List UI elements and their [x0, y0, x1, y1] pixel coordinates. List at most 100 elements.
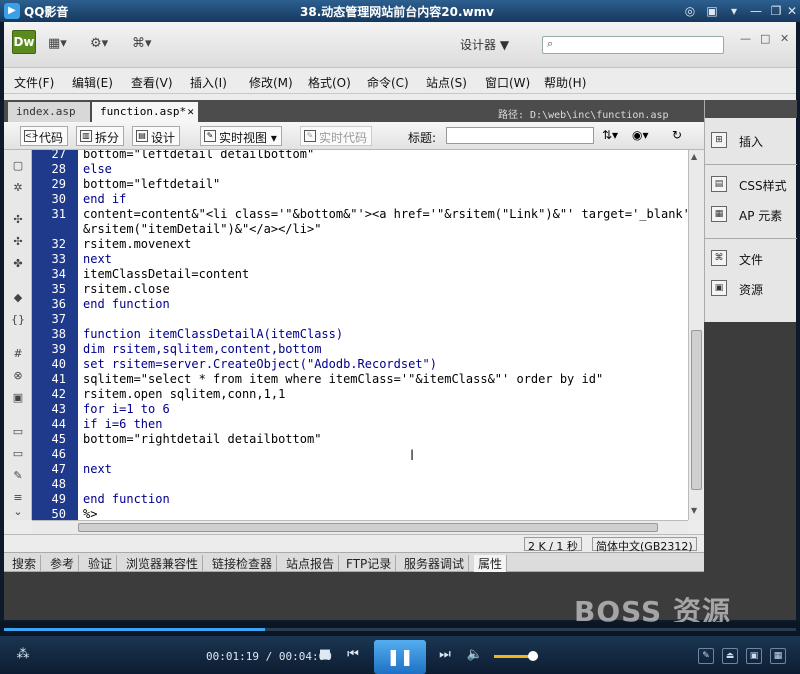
- code-line[interactable]: 43 for i=1 to 6: [32, 402, 688, 417]
- apply-comment-icon[interactable]: ▭: [10, 424, 26, 440]
- code-line[interactable]: 49 end function: [32, 492, 688, 507]
- live-view-button[interactable]: ✎ 实时视图 ▾: [200, 126, 282, 146]
- expand-all-icon[interactable]: ✤: [10, 256, 26, 272]
- horizontal-scrollbar[interactable]: [32, 520, 688, 534]
- balance-braces-icon[interactable]: {}: [10, 312, 26, 328]
- tab-site-reports[interactable]: 站点报告: [282, 555, 340, 572]
- menu-edit[interactable]: 编辑(E): [72, 74, 113, 91]
- code-line[interactable]: 35 rsitem.close: [32, 282, 688, 297]
- tab-ftp-log[interactable]: FTP记录: [342, 555, 397, 572]
- code-line[interactable]: &rsitem("itemDetail")&"</a></li>": [32, 222, 688, 237]
- panel-files[interactable]: ⌘ 文件: [711, 248, 797, 270]
- code-line[interactable]: 38 function itemClassDetailA(itemClass): [32, 327, 688, 342]
- highlight-invalid-icon[interactable]: ⊗: [10, 368, 26, 384]
- playlist-icon[interactable]: ▣: [746, 648, 762, 664]
- tab-server-debug[interactable]: 服务器调试: [400, 555, 470, 572]
- menu-modify[interactable]: 修改(M): [249, 74, 293, 91]
- pause-button[interactable]: ❚❚: [374, 640, 426, 674]
- tab-function-asp[interactable]: function.asp* ✕: [92, 102, 198, 122]
- extend-gear-icon[interactable]: ⚙▾: [90, 36, 120, 54]
- more-tools-icon[interactable]: ⌄: [10, 504, 26, 520]
- open-documents-icon[interactable]: ▢: [10, 158, 26, 174]
- code-line[interactable]: 45 bottom="rightdetail detailbottom": [32, 432, 688, 447]
- mini-mode-icon[interactable]: ◎: [682, 3, 698, 19]
- toolbox-icon[interactable]: ✎: [698, 648, 714, 664]
- menu-window[interactable]: 窗口(W): [485, 74, 530, 91]
- code-line[interactable]: 27 bottom="leftdetail detailbottom": [32, 150, 688, 162]
- minimize-icon[interactable]: —: [748, 3, 764, 19]
- vertical-scroll-thumb[interactable]: [691, 330, 702, 490]
- scroll-down-icon[interactable]: ▼: [691, 506, 697, 515]
- design-view-button[interactable]: ▤ 设计: [132, 126, 181, 146]
- select-parent-tag-icon[interactable]: ◆: [10, 290, 26, 306]
- code-line[interactable]: 44 if i=6 then: [32, 417, 688, 432]
- code-line[interactable]: 33 next: [32, 252, 688, 267]
- menu-file[interactable]: 文件(F): [14, 74, 54, 91]
- line-numbers-icon[interactable]: #: [10, 346, 26, 362]
- site-icon[interactable]: ⌘▾: [132, 36, 162, 54]
- stop-button[interactable]: ■: [316, 646, 334, 664]
- collapse-tag-icon[interactable]: ✣: [10, 212, 26, 228]
- search-input[interactable]: ⌕: [542, 36, 724, 54]
- code-line[interactable]: 40 set rsitem=server.CreateObject("Adodb.…: [32, 357, 688, 372]
- menu-icon[interactable]: ▾: [726, 3, 742, 19]
- fullscreen-icon[interactable]: ▦: [770, 648, 786, 664]
- footprint-icon[interactable]: ⁂: [14, 646, 32, 664]
- volume-knob[interactable]: [528, 651, 538, 661]
- live-code-button[interactable]: ✎ 实时代码: [300, 126, 373, 146]
- code-line[interactable]: 50 %>: [32, 507, 688, 520]
- title-input[interactable]: [446, 127, 594, 144]
- menu-commands[interactable]: 命令(C): [367, 74, 409, 91]
- syntax-error-icon[interactable]: ▣: [10, 390, 26, 406]
- code-editor[interactable]: 27 bottom="leftdetail detailbottom" 28 else…: [32, 150, 688, 520]
- file-management-icon[interactable]: ⇅▾: [602, 128, 618, 142]
- code-line[interactable]: 39 dim rsitem,sqlitem,content,bottom: [32, 342, 688, 357]
- code-line[interactable]: 28 else: [32, 162, 688, 177]
- preview-browser-icon[interactable]: ◉▾: [632, 128, 649, 142]
- panel-insert[interactable]: ⊞ 插入: [711, 130, 797, 152]
- menu-site[interactable]: 站点(S): [426, 74, 467, 91]
- code-view-button[interactable]: <> 代码: [20, 126, 69, 146]
- horizontal-scroll-thumb[interactable]: [78, 523, 658, 532]
- close-tab-icon[interactable]: ✕: [187, 105, 194, 118]
- menu-view[interactable]: 查看(V): [131, 74, 173, 91]
- code-line[interactable]: 46: [32, 447, 688, 462]
- code-line[interactable]: 30 end if: [32, 192, 688, 207]
- previous-button[interactable]: ⏮: [344, 646, 362, 664]
- code-line[interactable]: 29 bottom="leftdetail": [32, 177, 688, 192]
- code-line[interactable]: 42 rsitem.open sqlitem,conn,1,1: [32, 387, 688, 402]
- code-line[interactable]: 34 itemClassDetail=content: [32, 267, 688, 282]
- menu-help[interactable]: 帮助(H): [544, 74, 586, 91]
- restore-icon[interactable]: ❐: [768, 3, 784, 19]
- refresh-icon[interactable]: ↻: [672, 128, 682, 142]
- vertical-scrollbar[interactable]: ▲ ▼: [688, 150, 704, 520]
- tab-validation[interactable]: 验证: [84, 555, 118, 572]
- tab-link-checker[interactable]: 链接检查器: [208, 555, 278, 572]
- code-line[interactable]: 37: [32, 312, 688, 327]
- tab-reference[interactable]: 参考: [46, 555, 80, 572]
- collapse-selection-icon[interactable]: ✣: [10, 234, 26, 250]
- seek-bar[interactable]: [0, 622, 800, 636]
- code-line[interactable]: 32 rsitem.movenext: [32, 237, 688, 252]
- code-line[interactable]: 41 sqlitem="select * from item where item…: [32, 372, 688, 387]
- tab-index-asp[interactable]: index.asp: [8, 102, 90, 122]
- menu-insert[interactable]: 插入(I): [190, 74, 227, 91]
- dw-minimize-icon[interactable]: —: [740, 32, 751, 45]
- next-button[interactable]: ⏭: [436, 646, 454, 664]
- code-line[interactable]: 36 end function: [32, 297, 688, 312]
- workspace-switcher[interactable]: 设计器 ▼: [460, 36, 509, 53]
- scroll-up-icon[interactable]: ▲: [691, 152, 697, 161]
- layout-icon[interactable]: ▦▾: [48, 36, 78, 54]
- split-view-button[interactable]: ▥ 拆分: [76, 126, 125, 146]
- wrap-tag-icon[interactable]: ✎: [10, 468, 26, 484]
- panel-assets[interactable]: ▣ 资源: [711, 278, 797, 300]
- tab-search[interactable]: 搜索: [8, 555, 42, 572]
- show-code-navigator-icon[interactable]: ✲: [10, 180, 26, 196]
- close-icon[interactable]: ✕: [784, 3, 800, 19]
- panel-ap-elements[interactable]: ▦ AP 元素: [711, 204, 797, 226]
- seek-track[interactable]: [4, 628, 796, 631]
- code-line[interactable]: 47 next: [32, 462, 688, 477]
- volume-icon[interactable]: 🔈: [466, 646, 484, 664]
- panel-css-styles[interactable]: ▤ CSS样式: [711, 174, 797, 196]
- code-line[interactable]: 48: [32, 477, 688, 492]
